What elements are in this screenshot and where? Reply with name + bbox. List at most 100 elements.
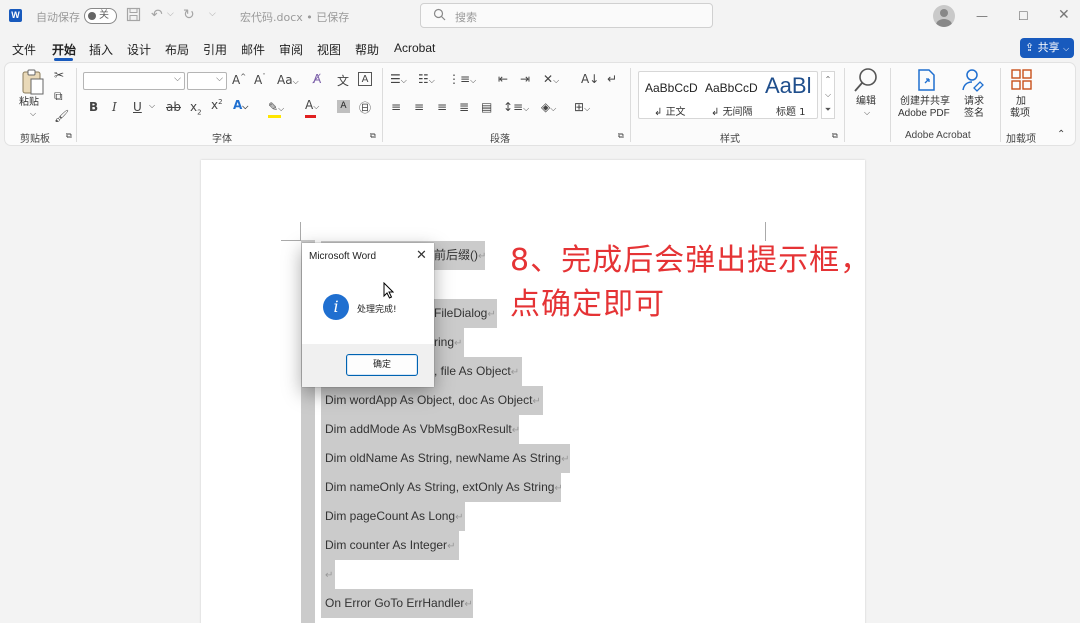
grow-font-icon[interactable]: A^	[232, 73, 246, 87]
show-marks-icon[interactable]: ↵	[607, 72, 617, 86]
increase-indent-icon[interactable]: ⇥	[520, 72, 530, 86]
align-right-icon[interactable]: ≡	[437, 100, 447, 114]
styles-scroll[interactable]: ⌃ ⌵ ⏷	[821, 71, 835, 119]
tab-insert[interactable]: 插入	[89, 41, 113, 58]
character-shading-icon[interactable]: A	[337, 100, 350, 113]
align-left-icon[interactable]: ≡	[391, 100, 401, 114]
create-pdf-label-2[interactable]: Adobe PDF	[898, 108, 950, 120]
tab-mailings[interactable]: 邮件	[241, 41, 265, 58]
request-signature-label-2[interactable]: 签名	[964, 108, 984, 120]
bold-icon[interactable]: B	[89, 100, 98, 114]
underline-dropdown-icon[interactable]: ⌵	[149, 101, 155, 111]
create-pdf-icon[interactable]	[916, 68, 938, 95]
customize-toolbar-icon[interactable]: ⌵	[209, 9, 216, 19]
tab-view[interactable]: 视图	[317, 41, 341, 58]
code-line[interactable]: ring↵	[434, 328, 462, 358]
bullets-icon[interactable]: ☰⌵	[390, 72, 407, 86]
style-preview-no-spacing[interactable]: AaBbCcD	[705, 81, 758, 95]
multilevel-list-icon[interactable]: ⋮≡⌵	[448, 72, 476, 86]
change-case-icon[interactable]: Aa⌵	[277, 73, 299, 87]
decrease-indent-icon[interactable]: ⇤	[498, 72, 508, 86]
code-line[interactable]: Dim addMode As VbMsgBoxResult↵	[325, 415, 520, 445]
addins-icon[interactable]	[1010, 68, 1034, 95]
code-line[interactable]: Dim counter As Integer↵	[325, 531, 455, 561]
tab-review[interactable]: 审阅	[279, 41, 303, 58]
addins-label-2[interactable]: 载项	[1010, 108, 1030, 120]
italic-icon[interactable]: I	[112, 100, 117, 114]
clear-formatting-icon[interactable]: A̸	[313, 72, 321, 86]
paste-icon[interactable]	[20, 68, 46, 99]
font-name-select[interactable]: ⌵	[83, 72, 185, 90]
text-effects-icon[interactable]: A⌵	[233, 98, 248, 112]
highlight-icon[interactable]: ✎⌵	[268, 100, 284, 118]
collapse-ribbon-icon[interactable]: ⌃	[1057, 129, 1065, 140]
code-line[interactable]: , file As Object↵	[434, 357, 519, 387]
paste-label[interactable]: 粘贴	[19, 97, 39, 109]
search-box[interactable]: 搜索	[420, 3, 713, 28]
styles-launcher-icon[interactable]: ⧉	[832, 131, 838, 141]
style-name-no-spacing[interactable]: ↲ 无间隔	[711, 103, 753, 118]
editing-dropdown-icon[interactable]: ⌵	[864, 108, 870, 118]
underline-icon[interactable]: U	[133, 100, 142, 114]
request-signature-label-1[interactable]: 请求	[964, 96, 984, 108]
superscript-icon[interactable]: x2	[211, 98, 223, 112]
phonetic-guide-icon[interactable]: 文	[337, 72, 349, 89]
tab-references[interactable]: 引用	[203, 41, 227, 58]
chinese-layout-icon[interactable]: ✕⌵	[543, 72, 559, 86]
paragraph-shading-icon[interactable]: ◈⌵	[541, 100, 556, 114]
style-preview-normal[interactable]: AaBbCcD	[645, 81, 698, 95]
distributed-icon[interactable]: ▤	[481, 100, 492, 114]
font-size-select[interactable]: ⌵	[187, 72, 227, 90]
strikethrough-icon[interactable]: ab	[166, 100, 181, 114]
create-pdf-label-1[interactable]: 创建并共享	[900, 96, 950, 108]
sort-icon[interactable]: A↓	[581, 72, 599, 86]
redo-icon[interactable]: ↻	[183, 7, 195, 23]
addins-label-1[interactable]: 加	[1016, 96, 1026, 108]
undo-dropdown-icon[interactable]: ⌵	[167, 9, 174, 19]
ok-button[interactable]: 确定	[346, 354, 418, 376]
subscript-icon[interactable]: x2	[190, 100, 202, 116]
minimize-icon[interactable]: —	[976, 9, 988, 23]
numbering-icon[interactable]: ☷⌵	[418, 72, 435, 86]
code-line-empty[interactable]: ↵	[325, 560, 333, 590]
clipboard-launcher-icon[interactable]: ⧉	[66, 131, 72, 141]
paragraph-launcher-icon[interactable]: ⧉	[618, 131, 624, 141]
code-line[interactable]: Dim pageCount As Long↵	[325, 502, 463, 532]
code-line[interactable]: Dim nameOnly As String, extOnly As Strin…	[325, 473, 563, 503]
enclose-characters-icon[interactable]: ㊐	[359, 99, 371, 116]
request-signature-icon[interactable]	[960, 68, 986, 95]
dialog-close-icon[interactable]: ✕	[416, 248, 427, 263]
editing-label[interactable]: 编辑	[856, 96, 876, 108]
maximize-icon[interactable]: ☐	[1018, 9, 1029, 23]
paste-dropdown-icon[interactable]: ⌵	[30, 109, 36, 119]
tab-home[interactable]: 开始	[52, 41, 76, 58]
share-button[interactable]: ⇪ 共享 ⌵	[1020, 38, 1074, 58]
user-avatar[interactable]	[933, 5, 955, 27]
borders-icon[interactable]: ⊞⌵	[574, 100, 590, 114]
shrink-font-icon[interactable]: Aˇ	[254, 73, 266, 87]
align-center-icon[interactable]: ≡	[414, 100, 424, 114]
style-name-heading1[interactable]: 标题 1	[776, 103, 806, 118]
code-line[interactable]: Dim oldName As String, newName As String…	[325, 444, 569, 474]
font-launcher-icon[interactable]: ⧉	[370, 131, 376, 141]
justify-icon[interactable]: ≣	[459, 100, 469, 114]
font-color-icon[interactable]: A⌵	[305, 98, 319, 118]
autosave-toggle[interactable]: 关	[84, 8, 117, 24]
character-border-icon[interactable]: A	[358, 72, 372, 86]
close-window-icon[interactable]: ✕	[1058, 7, 1070, 23]
line-spacing-icon[interactable]: ↕≡⌵	[503, 100, 529, 114]
style-name-normal[interactable]: ↲ 正文	[654, 103, 686, 118]
code-line[interactable]: On Error GoTo ErrHandler↵	[325, 589, 473, 619]
style-preview-heading1[interactable]: AaBl	[765, 73, 817, 99]
save-icon[interactable]	[126, 7, 141, 26]
tab-layout[interactable]: 布局	[165, 41, 189, 58]
undo-icon[interactable]: ↶	[151, 7, 163, 23]
tab-file[interactable]: 文件	[12, 41, 36, 58]
code-line[interactable]: FileDialog↵	[434, 299, 496, 329]
code-line[interactable]: 前后缀()↵	[434, 241, 486, 271]
code-line[interactable]: Dim wordApp As Object, doc As Object↵	[325, 386, 541, 416]
cut-icon[interactable]: ✂	[54, 68, 64, 82]
tab-help[interactable]: 帮助	[355, 41, 379, 58]
copy-icon[interactable]: ⧉	[54, 89, 63, 104]
format-painter-icon[interactable]: 🖌	[54, 109, 69, 123]
